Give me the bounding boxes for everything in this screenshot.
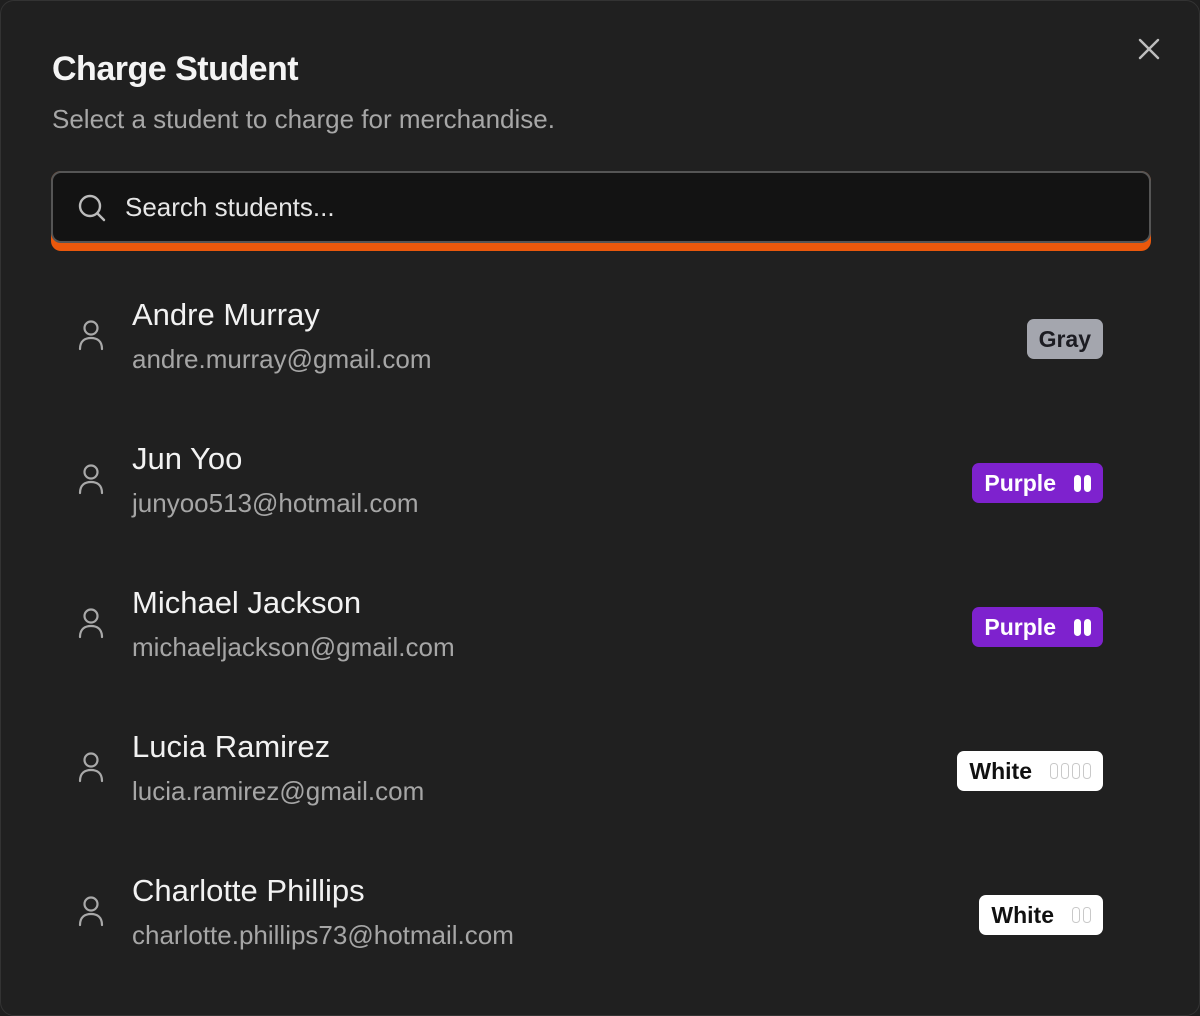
belt-badge: Gray (1026, 319, 1103, 359)
belt-badge: Purple (972, 463, 1103, 503)
close-button[interactable] (1133, 33, 1165, 65)
student-name: Lucia Ramirez (132, 729, 331, 764)
user-icon (78, 608, 104, 639)
student-row[interactable]: Andre Murray andre.murray@gmail.com Gray (51, 267, 1151, 411)
belt-stripe (1084, 474, 1091, 492)
student-name: Michael Jackson (132, 585, 362, 620)
belt-stripe (1083, 907, 1091, 923)
belt-label: Purple (984, 613, 1056, 640)
belt-badge: White (957, 751, 1103, 791)
student-row[interactable]: Charlotte Phillips charlotte.phillips73@… (51, 843, 1151, 987)
belt-stripes (1074, 618, 1091, 636)
charge-student-dialog: Charge Student Select a student to charg… (0, 0, 1200, 1016)
user-icon (78, 464, 104, 495)
belt-stripe (1074, 618, 1081, 636)
user-icon (78, 896, 104, 927)
student-email: charlotte.phillips73@hotmail.com (132, 920, 514, 950)
student-email: junyoo513@hotmail.com (132, 488, 419, 518)
belt-label: Purple (984, 469, 1056, 496)
belt-stripe (1074, 474, 1081, 492)
close-icon (1138, 38, 1160, 60)
student-email: lucia.ramirez@gmail.com (132, 776, 425, 806)
belt-stripes (1072, 907, 1091, 923)
user-icon (78, 752, 104, 783)
search-icon (78, 194, 106, 222)
search-input[interactable] (125, 183, 1125, 231)
student-row[interactable]: Jun Yoo junyoo513@hotmail.com Purple (51, 411, 1151, 555)
dialog-subtitle: Select a student to charge for merchandi… (52, 104, 555, 134)
belt-stripe (1072, 907, 1080, 923)
student-list: Andre Murray andre.murray@gmail.com Gray… (51, 267, 1151, 987)
belt-label: Gray (1038, 325, 1091, 352)
belt-label: White (969, 757, 1032, 784)
belt-stripes (1074, 474, 1091, 492)
student-row[interactable]: Michael Jackson michaeljackson@gmail.com… (51, 555, 1151, 699)
belt-stripe (1050, 763, 1058, 779)
belt-stripe (1072, 763, 1080, 779)
student-row[interactable]: Lucia Ramirez lucia.ramirez@gmail.com Wh… (51, 699, 1151, 843)
belt-badge: White (979, 895, 1103, 935)
dialog-title: Charge Student (52, 50, 299, 88)
search-focus-ring (51, 171, 1151, 251)
belt-stripe (1083, 763, 1091, 779)
student-email: andre.murray@gmail.com (132, 344, 432, 374)
belt-label: White (991, 901, 1054, 928)
student-name: Charlotte Phillips (132, 873, 365, 908)
user-icon (78, 320, 104, 351)
belt-stripe (1061, 763, 1069, 779)
belt-stripe (1084, 618, 1091, 636)
student-name: Jun Yoo (132, 441, 243, 476)
belt-stripes (1050, 763, 1091, 779)
belt-badge: Purple (972, 607, 1103, 647)
student-email: michaeljackson@gmail.com (132, 632, 455, 662)
student-name: Andre Murray (132, 297, 320, 332)
search-box[interactable] (51, 171, 1151, 243)
